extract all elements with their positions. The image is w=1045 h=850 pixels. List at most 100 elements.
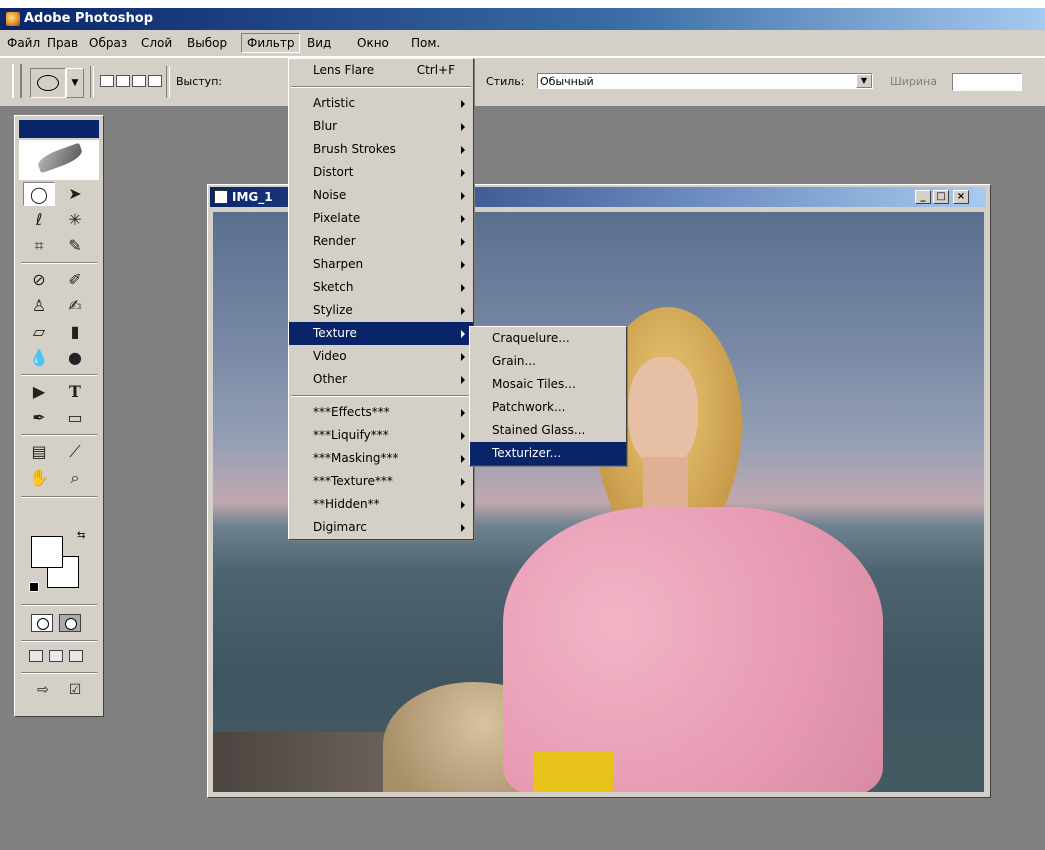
menu-layer[interactable]: Слой <box>136 34 177 52</box>
submenu-arrow-icon <box>461 409 465 417</box>
foreground-color-swatch[interactable] <box>31 536 63 568</box>
menu-item-grain[interactable]: Grain... <box>470 350 626 373</box>
menu-window[interactable]: Окно <box>352 34 394 52</box>
menu-help[interactable]: Пом. <box>406 34 445 52</box>
divider <box>21 604 97 606</box>
menu-item-stylize[interactable]: Stylize <box>289 299 473 322</box>
divider <box>90 66 94 98</box>
width-field[interactable] <box>952 73 1022 91</box>
submenu-arrow-icon <box>461 478 465 486</box>
quick-mask-mode-icon[interactable] <box>59 614 81 632</box>
tool-preset-picker[interactable] <box>30 68 66 98</box>
menu-filter[interactable]: Фильтр <box>241 33 301 53</box>
menu-item-stained-glass[interactable]: Stained Glass... <box>470 419 626 442</box>
marquee-tool-icon[interactable]: ◯ <box>23 182 55 206</box>
menu-item-hidden[interactable]: **Hidden** <box>289 493 473 516</box>
menu-item-distort[interactable]: Distort <box>289 161 473 184</box>
intersect-selection-icon[interactable] <box>148 75 162 87</box>
crop-tool-icon[interactable]: ⌗ <box>23 234 55 258</box>
menu-item-patchwork[interactable]: Patchwork... <box>470 396 626 419</box>
slice-tool-icon[interactable]: ✎ <box>59 234 91 258</box>
menu-item-texture-plugins[interactable]: ***Texture*** <box>289 470 473 493</box>
minimize-button[interactable]: _ <box>915 190 931 204</box>
menu-item-label: Noise <box>313 188 347 202</box>
menu-item-masking[interactable]: ***Masking*** <box>289 447 473 470</box>
menu-item-sketch[interactable]: Sketch <box>289 276 473 299</box>
style-label: Стиль: <box>486 75 525 88</box>
eraser-tool-icon[interactable]: ▱ <box>23 320 55 344</box>
menu-item-label: Texture <box>313 326 357 340</box>
full-screen-menu-mode-icon[interactable] <box>49 650 63 662</box>
swap-colors-icon[interactable]: ⇆ <box>77 530 85 541</box>
menu-item-brush-strokes[interactable]: Brush Strokes <box>289 138 473 161</box>
close-button[interactable]: × <box>953 190 969 204</box>
style-select[interactable]: Обычный ▼ <box>537 73 873 89</box>
blur-tool-icon[interactable]: 💧 <box>23 346 55 370</box>
magic-wand-icon[interactable]: ✳ <box>59 208 91 232</box>
zoom-tool-icon[interactable]: ⌕ <box>59 466 91 490</box>
submenu-arrow-icon <box>461 307 465 315</box>
menu-item-last-filter[interactable]: Lens Flare Ctrl+F <box>289 59 473 82</box>
chevron-down-icon[interactable]: ▼ <box>856 74 872 88</box>
menu-item-texturizer[interactable]: Texturizer... <box>470 442 626 465</box>
add-selection-icon[interactable] <box>116 75 130 87</box>
healing-brush-icon[interactable]: ⊘ <box>23 268 55 292</box>
menu-item-noise[interactable]: Noise <box>289 184 473 207</box>
menu-item-sharpen[interactable]: Sharpen <box>289 253 473 276</box>
notes-tool-icon[interactable]: ▤ <box>23 440 55 464</box>
menu-item-other[interactable]: Other <box>289 368 473 391</box>
brush-tool-icon[interactable]: ✐ <box>59 268 91 292</box>
gradient-tool-icon[interactable]: ▮ <box>59 320 91 344</box>
new-selection-icon[interactable] <box>100 75 114 87</box>
submenu-arrow-icon <box>461 501 465 509</box>
maximize-button[interactable]: □ <box>933 190 949 204</box>
move-tool-icon[interactable]: ➤ <box>59 182 91 206</box>
standard-screen-mode-icon[interactable] <box>29 650 43 662</box>
menu-item-digimarc[interactable]: Digimarc <box>289 516 473 539</box>
menu-file[interactable]: Файл <box>2 34 45 52</box>
standard-mode-icon[interactable] <box>31 614 53 632</box>
type-tool-icon[interactable]: T <box>59 380 91 404</box>
divider <box>21 374 97 376</box>
full-screen-mode-icon[interactable] <box>69 650 83 662</box>
divider <box>21 672 97 674</box>
hand-tool-icon[interactable]: ✋ <box>23 466 55 490</box>
menu-item-blur[interactable]: Blur <box>289 115 473 138</box>
menu-item-label: Texturizer... <box>492 446 562 460</box>
menu-item-video[interactable]: Video <box>289 345 473 368</box>
dodge-tool-icon[interactable]: ● <box>59 346 91 370</box>
chevron-down-icon[interactable]: ▼ <box>66 68 84 98</box>
menu-view[interactable]: Вид <box>302 34 336 52</box>
eyedropper-icon[interactable]: ⟋ <box>59 440 91 464</box>
default-colors-icon[interactable] <box>29 582 39 592</box>
menu-item-craquelure[interactable]: Craquelure... <box>470 327 626 350</box>
adobe-online-button[interactable] <box>19 140 99 180</box>
menu-item-liquify[interactable]: ***Liquify*** <box>289 424 473 447</box>
menu-item-mosaic-tiles[interactable]: Mosaic Tiles... <box>470 373 626 396</box>
clone-stamp-icon[interactable]: ♙ <box>23 294 55 318</box>
menu-item-label: Blur <box>313 119 338 133</box>
jump-to-imageready-icon[interactable]: ⇨ <box>27 678 59 702</box>
toolbox: ◯ ➤ ℓ ✳ ⌗ ✎ ⊘ ✐ ♙ ✍ ▱ ▮ 💧 ● ▶ T ✒ ▭ ▤ ⟋ … <box>14 115 104 717</box>
app-title: Adobe Photoshop <box>24 11 154 26</box>
menu-item-artistic[interactable]: Artistic <box>289 92 473 115</box>
submenu-arrow-icon <box>461 284 465 292</box>
subtract-selection-icon[interactable] <box>132 75 146 87</box>
menu-select[interactable]: Выбор <box>182 34 232 52</box>
lasso-tool-icon[interactable]: ℓ <box>23 208 55 232</box>
menu-item-label: Stylize <box>313 303 353 317</box>
cropped-caption <box>0 0 1045 8</box>
menu-item-render[interactable]: Render <box>289 230 473 253</box>
path-select-icon[interactable]: ▶ <box>23 380 55 404</box>
toolbox-header[interactable] <box>19 120 99 138</box>
pen-tool-icon[interactable]: ✒ <box>23 406 55 430</box>
menu-edit[interactable]: Прав <box>42 34 83 52</box>
menu-item-effects[interactable]: ***Effects*** <box>289 401 473 424</box>
menu-item-texture[interactable]: Texture <box>289 322 473 345</box>
history-brush-icon[interactable]: ✍ <box>59 294 91 318</box>
checkmark-icon[interactable]: ☑ <box>59 678 91 702</box>
menu-item-pixelate[interactable]: Pixelate <box>289 207 473 230</box>
shape-tool-icon[interactable]: ▭ <box>59 406 91 430</box>
options-bar-grip[interactable] <box>12 64 22 98</box>
menu-image[interactable]: Образ <box>84 34 132 52</box>
